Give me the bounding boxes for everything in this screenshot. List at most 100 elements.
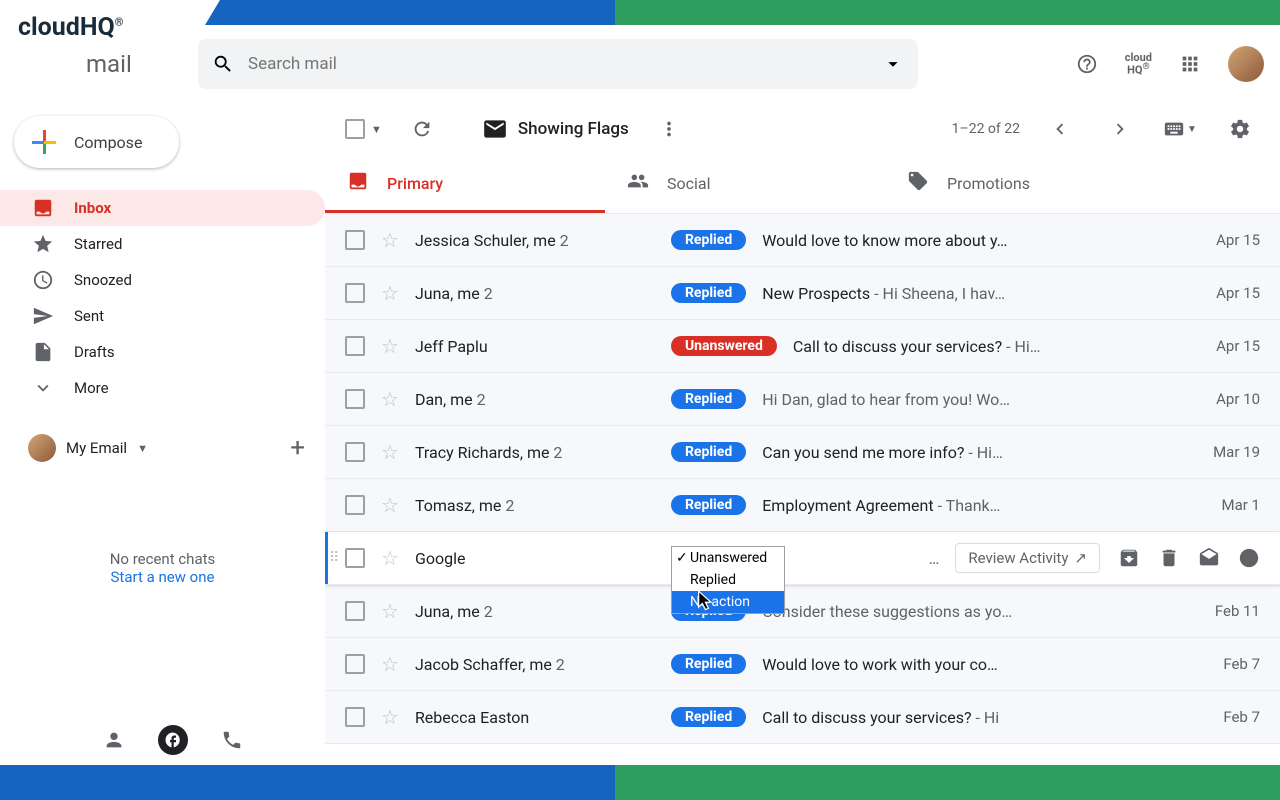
help-icon[interactable] <box>1067 44 1107 84</box>
subject: Consider these suggestions as yo… <box>762 602 1184 621</box>
row-checkbox[interactable] <box>345 389 365 409</box>
tab-social[interactable]: Social <box>605 156 885 213</box>
email-row[interactable]: ☆ Jessica Schuler, me 2 Replied Would lo… <box>325 214 1280 267</box>
row-checkbox[interactable] <box>345 283 365 303</box>
email-row[interactable]: ☆ Rebecca Easton Replied Call to discuss… <box>325 691 1280 744</box>
review-activity-button[interactable]: Review Activity ↗ <box>955 543 1100 573</box>
sidebar-item-sent[interactable]: Sent <box>0 298 325 334</box>
star-icon[interactable]: ☆ <box>381 652 399 676</box>
row-checkbox[interactable] <box>345 442 365 462</box>
sidebar-item-snoozed[interactable]: Snoozed <box>0 262 325 298</box>
subject: Can you send me more info? - Hi… <box>762 443 1184 462</box>
email-row[interactable]: ☆ Jeff Paplu Unanswered Call to discuss … <box>325 320 1280 373</box>
cloudhq-icon[interactable]: cloudHQ® <box>1125 52 1152 76</box>
date: Apr 10 <box>1200 390 1260 408</box>
sender: Dan, me 2 <box>415 390 655 409</box>
promotions-icon <box>907 170 929 196</box>
email-row[interactable]: ☆ Jacob Schaffer, me 2 Replied Would lov… <box>325 638 1280 691</box>
select-dropdown-icon[interactable]: ▼ <box>371 123 382 136</box>
apps-icon[interactable] <box>1170 44 1210 84</box>
next-page-button[interactable] <box>1100 109 1140 149</box>
sidebar-item-drafts[interactable]: Drafts <box>0 334 325 370</box>
refresh-button[interactable] <box>402 109 442 149</box>
sender: Juna, me 2 <box>415 284 655 303</box>
email-list: ☆ Jessica Schuler, me 2 Replied Would lo… <box>325 214 1280 765</box>
snooze-icon[interactable] <box>1238 547 1260 569</box>
star-icon[interactable]: ☆ <box>381 493 399 517</box>
star-icon[interactable]: ☆ <box>381 281 399 305</box>
star-icon[interactable]: ☆ <box>381 440 399 464</box>
star-icon[interactable]: ☆ <box>381 705 399 729</box>
sidebar-label: Inbox <box>74 199 111 217</box>
compose-label: Compose <box>74 133 142 152</box>
sidebar-item-more[interactable]: More <box>0 370 325 406</box>
chat-placeholder: No recent chats Start a new one <box>0 550 325 586</box>
tab-label: Promotions <box>947 174 1030 193</box>
chevron-down-icon <box>32 377 54 399</box>
star-icon[interactable]: ☆ <box>381 387 399 411</box>
drag-handle-icon[interactable]: ⠿ <box>329 550 337 566</box>
search-bar[interactable] <box>198 39 918 89</box>
avatar[interactable] <box>1228 46 1264 82</box>
row-checkbox[interactable] <box>345 495 365 515</box>
add-account-button[interactable]: + <box>290 433 305 463</box>
email-row[interactable]: ☆ Tomasz, me 2 Replied Employment Agreem… <box>325 479 1280 532</box>
email-row[interactable]: ☆ Juna, me 2 Replied New Prospects - Hi … <box>325 267 1280 320</box>
sidebar-label: Starred <box>74 235 122 253</box>
input-tools-button[interactable]: ▼ <box>1160 109 1200 149</box>
sidebar-item-starred[interactable]: Starred <box>0 226 325 262</box>
star-icon[interactable]: ☆ <box>381 599 399 623</box>
sender: Juna, me 2 <box>415 602 655 621</box>
row-checkbox[interactable] <box>345 336 365 356</box>
subject: Hi Dan, glad to hear from you! Wo… <box>762 390 1184 409</box>
footer-tabs <box>0 715 325 765</box>
flag-dropdown[interactable]: Unanswered Replied No action <box>671 546 785 614</box>
chat-text: No recent chats <box>0 550 325 568</box>
dropdown-option[interactable]: Unanswered <box>672 547 784 569</box>
select-all-checkbox[interactable] <box>345 119 365 139</box>
compose-button[interactable]: Compose <box>14 116 179 168</box>
sidebar-item-inbox[interactable]: Inbox <box>0 190 325 226</box>
row-checkbox[interactable] <box>345 548 365 568</box>
tab-label: Social <box>667 174 710 193</box>
date: Apr 15 <box>1200 231 1260 249</box>
dropdown-icon[interactable] <box>882 53 904 75</box>
delete-icon[interactable] <box>1158 547 1180 569</box>
showing-flags-label[interactable]: Showing Flags <box>482 116 629 142</box>
tab-promotions[interactable]: Promotions <box>885 156 1165 213</box>
row-checkbox[interactable] <box>345 654 365 674</box>
date: Apr 15 <box>1200 284 1260 302</box>
row-checkbox[interactable] <box>345 707 365 727</box>
more-menu-button[interactable] <box>649 109 689 149</box>
star-icon[interactable]: ☆ <box>381 228 399 252</box>
email-row[interactable]: ⠿ ☆ Google Unanswered Replied No action … <box>325 532 1280 585</box>
inbox-icon <box>32 197 54 219</box>
mark-read-icon[interactable] <box>1198 547 1220 569</box>
date: Feb 7 <box>1200 708 1260 726</box>
row-checkbox[interactable] <box>345 230 365 250</box>
email-row[interactable]: ☆ Juna, me 2 Replied Consider these sugg… <box>325 585 1280 638</box>
email-row[interactable]: ☆ Tracy Richards, me 2 Replied Can you s… <box>325 426 1280 479</box>
archive-icon[interactable] <box>1118 547 1140 569</box>
search-icon <box>212 53 234 75</box>
primary-icon <box>347 170 369 196</box>
settings-button[interactable] <box>1220 109 1260 149</box>
star-icon[interactable]: ☆ <box>381 546 399 570</box>
plus-icon <box>32 130 56 154</box>
prev-page-button[interactable] <box>1040 109 1080 149</box>
email-row[interactable]: ☆ Dan, me 2 Replied Hi Dan, glad to hear… <box>325 373 1280 426</box>
hangouts-icon[interactable] <box>158 725 188 755</box>
start-chat-link[interactable]: Start a new one <box>0 568 325 586</box>
my-email-section[interactable]: My Email ▼ + <box>0 426 325 470</box>
status-badge: Replied <box>671 495 746 515</box>
person-icon[interactable] <box>100 726 128 754</box>
search-input[interactable] <box>248 54 868 74</box>
row-checkbox[interactable] <box>345 601 365 621</box>
star-icon[interactable]: ☆ <box>381 334 399 358</box>
sender: Jeff Paplu <box>415 337 655 356</box>
phone-icon[interactable] <box>218 726 246 754</box>
dropdown-option[interactable]: Replied <box>672 569 784 591</box>
dropdown-option[interactable]: No action <box>672 591 784 613</box>
tab-primary[interactable]: Primary <box>325 156 605 213</box>
status-badge: Replied <box>671 707 746 727</box>
